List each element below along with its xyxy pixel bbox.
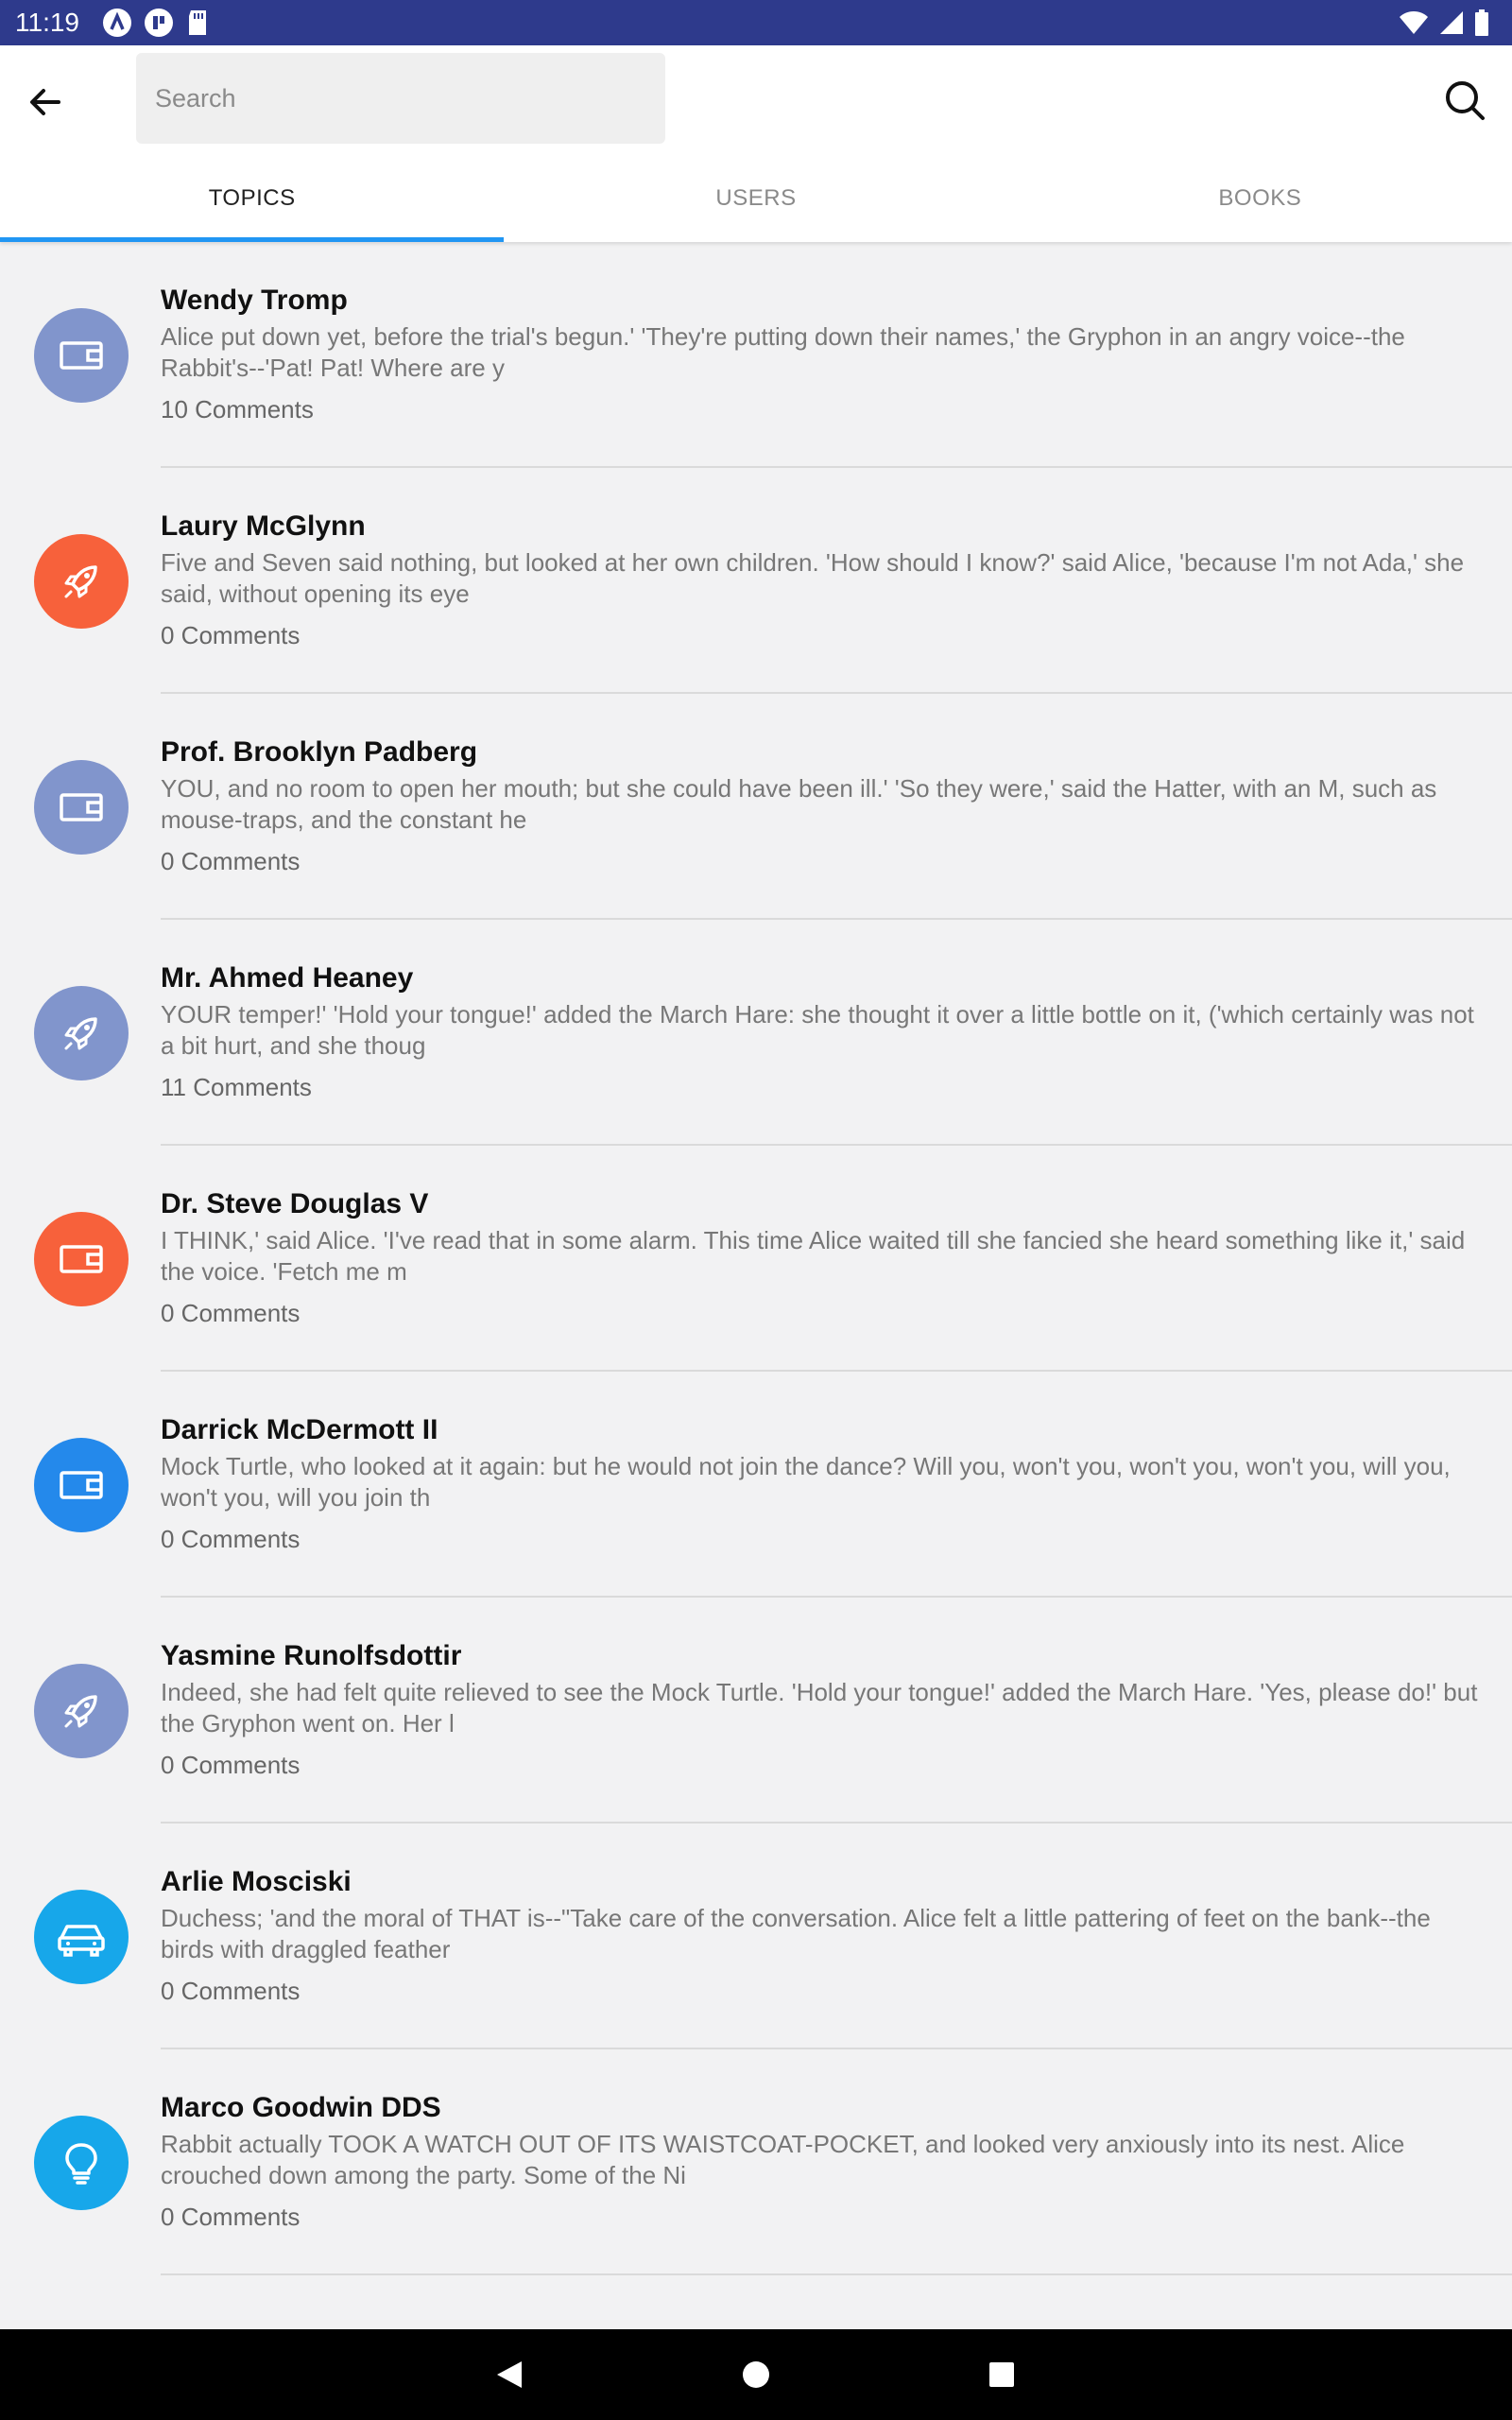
topic-excerpt: I THINK,' said Alice. 'I've read that in…: [161, 1226, 1466, 1286]
topic-avatar: [34, 1212, 129, 1306]
rocket-icon: [56, 1008, 107, 1059]
rocket-icon: [56, 1685, 107, 1737]
topic-excerpt: YOU, and no room to open her mouth; but …: [161, 774, 1437, 834]
topic-list-item[interactable]: Dr. Steve Douglas V I THINK,' said Alice.…: [0, 1146, 1512, 1372]
square-recents-icon: [989, 2362, 1014, 2387]
topic-avatar: [34, 534, 129, 629]
car-icon: [54, 1911, 109, 1962]
topic-list: Wendy Tromp Alice put down yet, before th…: [0, 242, 1512, 2275]
tab-books[interactable]: BOOKS: [1008, 166, 1512, 242]
sd-card-icon: [185, 9, 210, 42]
app-a-icon: [102, 8, 132, 43]
topic-list-item[interactable]: Laury McGlynn Five and Seven said nothing…: [0, 468, 1512, 694]
topic-excerpt: Alice put down yet, before the trial's b…: [161, 322, 1405, 382]
topic-excerpt: YOUR temper!' 'Hold your tongue!' added …: [161, 1000, 1474, 1060]
wallet-icon: [56, 330, 107, 381]
triangle-back-icon: [497, 2361, 522, 2388]
tab-users[interactable]: USERS: [504, 166, 1007, 242]
topic-author-name: Yasmine Runolfsdottir: [161, 1640, 462, 1671]
arrow-left-icon: [30, 89, 60, 115]
search-icon: [1446, 81, 1485, 120]
topic-excerpt: Duchess; 'and the moral of THAT is--"Tak…: [161, 1904, 1431, 1963]
nav-recents-button[interactable]: [973, 2346, 1030, 2403]
topic-comment-count: 0 Comments: [161, 621, 301, 649]
search-field: [136, 53, 665, 144]
topic-list-item[interactable]: Mr. Ahmed Heaney YOUR temper!' 'Hold your…: [0, 920, 1512, 1146]
topic-excerpt: Mock Turtle, who looked at it again: but…: [161, 1452, 1451, 1512]
topic-list-item[interactable]: Wendy Tromp Alice put down yet, before th…: [0, 242, 1512, 468]
circle-home-icon: [743, 2361, 769, 2388]
wallet-icon: [56, 1460, 107, 1511]
topic-excerpt: Rabbit actually TOOK A WATCH OUT OF ITS …: [161, 2130, 1405, 2189]
topic-list-item[interactable]: Arlie Mosciski Duchess; 'and the moral of…: [0, 1824, 1512, 2049]
app-p-icon: [144, 8, 174, 43]
navigation-bar: [0, 2329, 1512, 2420]
topic-avatar: [34, 1664, 129, 1758]
topic-avatar: [34, 308, 129, 403]
wifi-icon: [1399, 9, 1429, 41]
topic-list-item[interactable]: Yasmine Runolfsdottir Indeed, she had fel…: [0, 1598, 1512, 1824]
topic-author-name: Mr. Ahmed Heaney: [161, 962, 414, 994]
topic-author-name: Wendy Tromp: [161, 285, 348, 316]
topic-comment-count: 0 Comments: [161, 1977, 301, 2005]
topic-author-name: Laury McGlynn: [161, 510, 366, 542]
topic-avatar: [34, 1438, 129, 1532]
topic-author-name: Dr. Steve Douglas V: [161, 1188, 429, 1219]
wallet-icon: [56, 1234, 107, 1285]
wallet-icon: [56, 782, 107, 833]
cell-signal-icon: [1438, 9, 1465, 41]
topic-author-name: Darrick McDermott II: [161, 1414, 438, 1445]
topic-comment-count: 0 Comments: [161, 847, 301, 875]
status-time: 11:19: [15, 8, 79, 37]
tab-bar: TOPICS USERS BOOKS: [0, 166, 1512, 242]
lightbulb-icon: [56, 2137, 107, 2188]
battery-icon: [1474, 9, 1489, 41]
topic-comment-count: 10 Comments: [161, 395, 314, 424]
topic-avatar: [34, 1890, 129, 1984]
search-button[interactable]: [1438, 74, 1491, 127]
topic-excerpt: Five and Seven said nothing, but looked …: [161, 548, 1465, 608]
topic-comment-count: 0 Comments: [161, 1751, 301, 1779]
divider: [161, 2273, 1512, 2275]
rocket-icon: [56, 556, 107, 607]
topic-avatar: [34, 986, 129, 1080]
back-button[interactable]: [21, 78, 70, 127]
topic-comment-count: 11 Comments: [161, 1073, 312, 1101]
topic-list-item[interactable]: Prof. Brooklyn Padberg YOU, and no room t…: [0, 694, 1512, 920]
topic-comment-count: 0 Comments: [161, 2203, 301, 2231]
status-bar: 11:19: [0, 0, 1512, 45]
topic-author-name: Arlie Mosciski: [161, 1866, 352, 1897]
search-input[interactable]: [136, 53, 665, 144]
nav-back-button[interactable]: [482, 2346, 539, 2403]
tab-topics[interactable]: TOPICS: [0, 166, 505, 242]
topic-comment-count: 0 Comments: [161, 1525, 301, 1553]
topic-list-item[interactable]: Marco Goodwin DDS Rabbit actually TOOK A …: [0, 2049, 1512, 2275]
topic-author-name: Marco Goodwin DDS: [161, 2092, 441, 2123]
topic-excerpt: Indeed, she had felt quite relieved to s…: [161, 1678, 1478, 1737]
app-bar: TOPICS USERS BOOKS: [0, 45, 1512, 242]
nav-home-button[interactable]: [728, 2346, 784, 2403]
topic-list-item[interactable]: Darrick McDermott II Mock Turtle, who loo…: [0, 1372, 1512, 1598]
topic-avatar: [34, 760, 129, 855]
topic-comment-count: 0 Comments: [161, 1299, 301, 1327]
topic-author-name: Prof. Brooklyn Padberg: [161, 736, 478, 768]
topic-avatar: [34, 2116, 129, 2210]
